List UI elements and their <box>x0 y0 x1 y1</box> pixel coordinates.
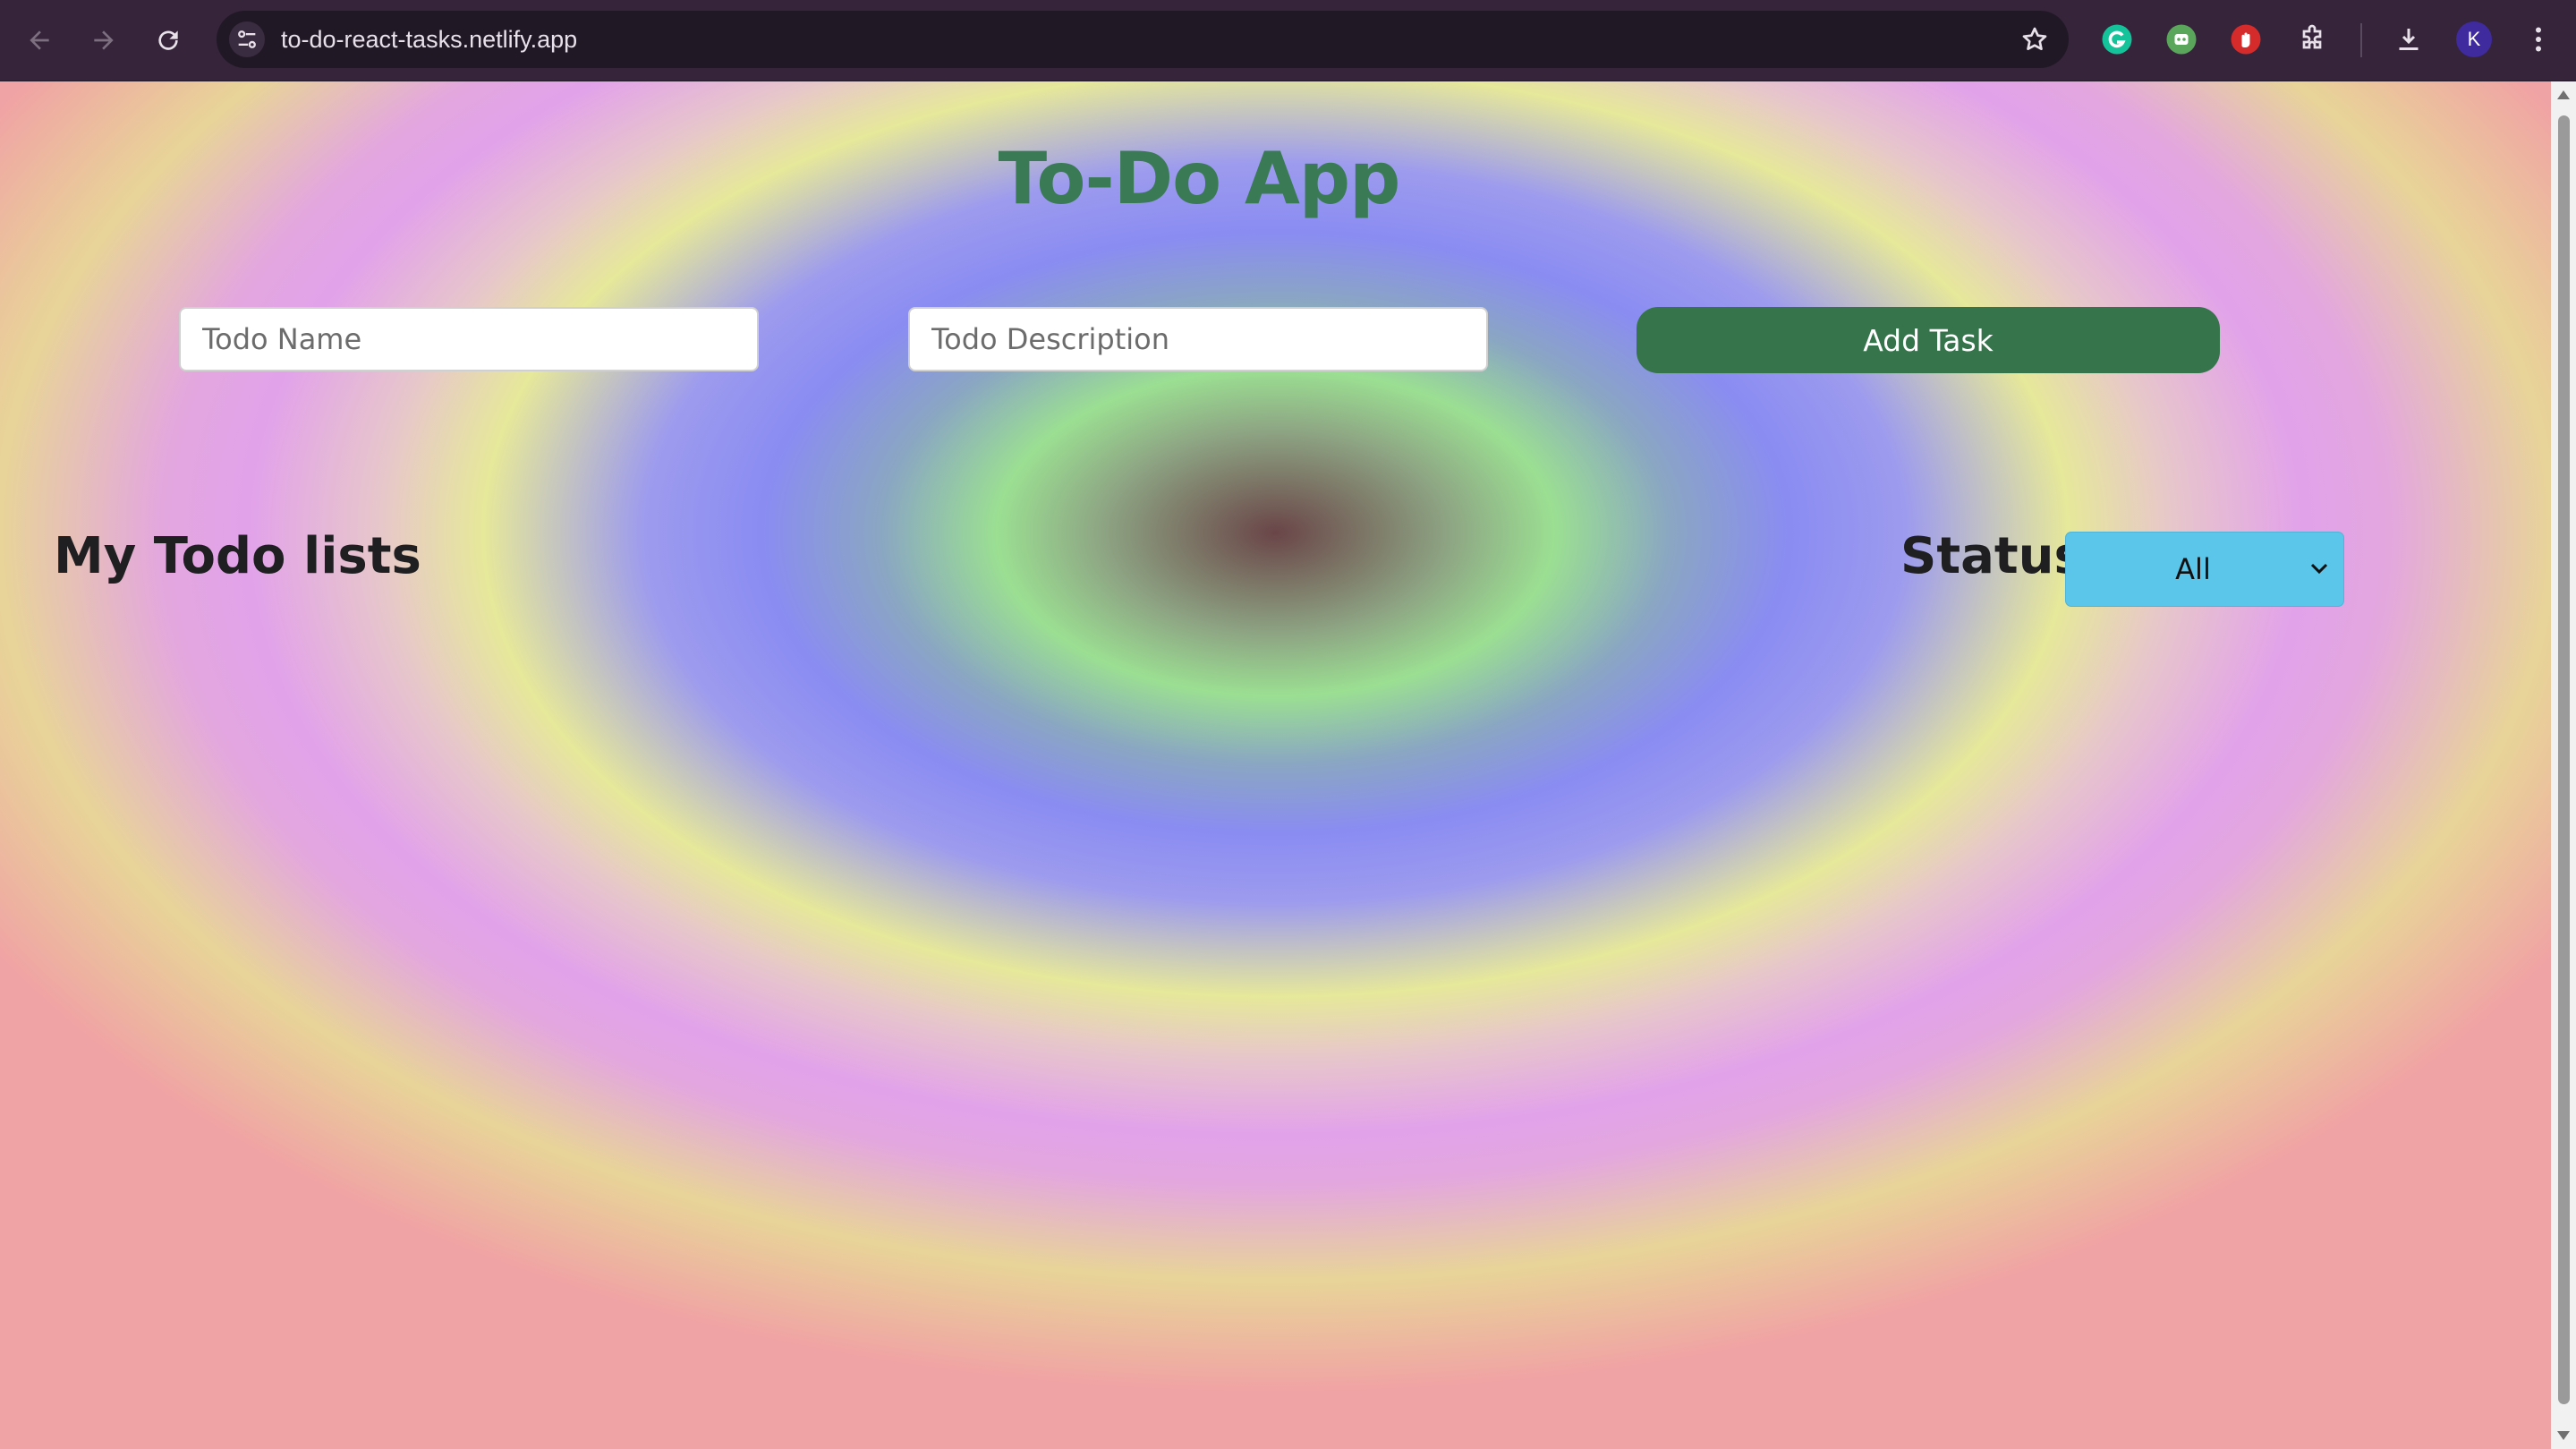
forward-arrow-icon[interactable] <box>82 19 125 62</box>
status-filter-value: All <box>2175 552 2211 586</box>
bookmark-star-icon[interactable] <box>2017 21 2053 57</box>
scroll-up-arrow-icon[interactable] <box>2557 90 2570 99</box>
todo-description-input[interactable] <box>908 307 1488 371</box>
url-text[interactable]: to-do-react-tasks.netlify.app <box>281 11 577 68</box>
scrollbar-thumb[interactable] <box>2558 115 2570 1404</box>
extension-hand-icon[interactable] <box>2224 18 2267 61</box>
back-arrow-icon[interactable] <box>18 19 61 62</box>
reload-icon[interactable] <box>147 19 190 62</box>
extension-robot-icon[interactable] <box>2160 18 2203 61</box>
download-icon[interactable] <box>2387 18 2430 61</box>
vertical-scrollbar[interactable] <box>2551 81 2576 1449</box>
address-bar[interactable]: to-do-react-tasks.netlify.app <box>217 11 2069 68</box>
todo-name-input[interactable] <box>179 307 759 371</box>
todo-list-heading: My Todo lists <box>54 527 421 585</box>
site-info-icon[interactable] <box>229 21 265 57</box>
scroll-down-arrow-icon[interactable] <box>2557 1431 2570 1440</box>
grammarly-icon[interactable] <box>2096 18 2138 61</box>
page-viewport: To-Do App Add Task My Todo lists Status:… <box>0 81 2551 1449</box>
more-vert-icon[interactable] <box>2517 18 2560 61</box>
status-filter-select[interactable]: All <box>2066 533 2343 606</box>
toolbar-separator <box>2360 23 2362 57</box>
extensions-puzzle-icon[interactable] <box>2291 18 2334 61</box>
browser-toolbar: to-do-react-tasks.netlify.app K <box>0 0 2576 81</box>
page-title: To-Do App <box>998 137 1401 220</box>
add-task-button[interactable]: Add Task <box>1637 307 2220 373</box>
profile-avatar[interactable]: K <box>2456 21 2492 57</box>
chevron-down-icon <box>2310 563 2328 575</box>
